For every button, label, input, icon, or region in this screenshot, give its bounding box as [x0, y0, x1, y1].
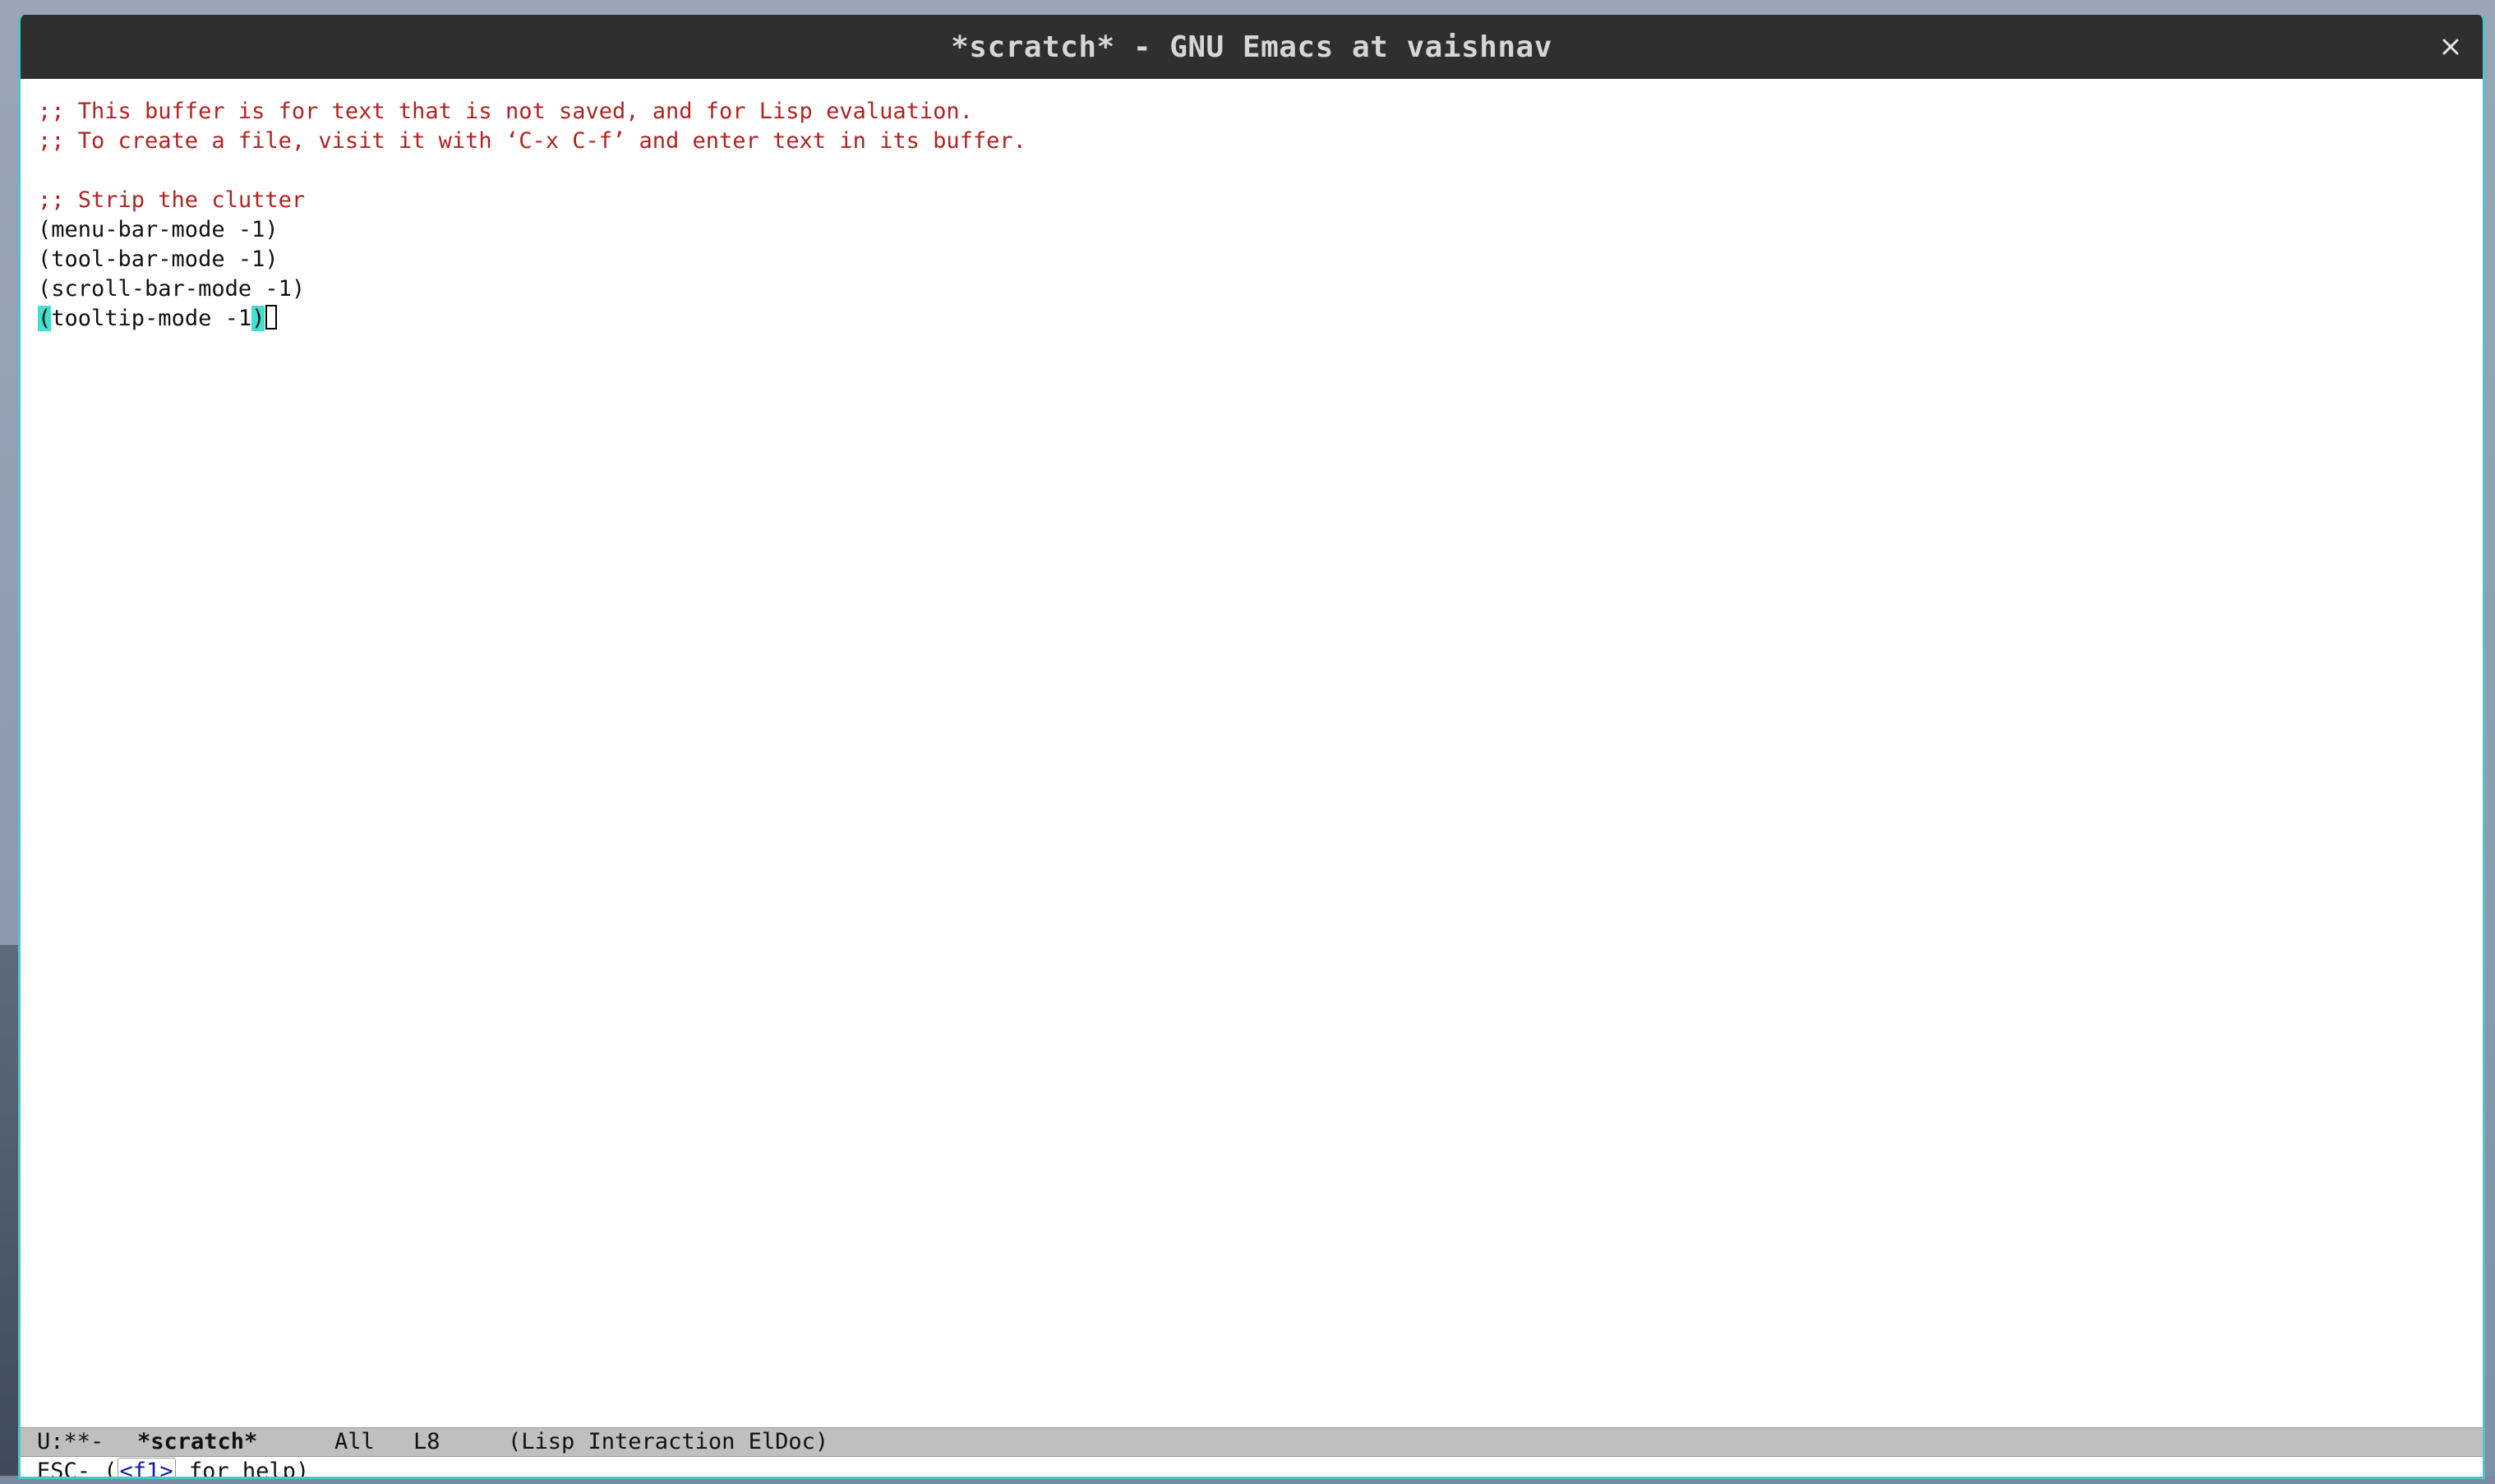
title-bar[interactable]: *scratch* - GNU Emacs at vaishnav [21, 15, 2483, 79]
minibuffer-echo-area[interactable]: ESC- (<f1> for help) [21, 1457, 2483, 1479]
modeline-line-number: L8 [413, 1429, 440, 1454]
buffer-line-1: ;; This buffer is for text that is not s… [38, 99, 973, 124]
desktop-background-rock [0, 945, 20, 1484]
modeline-position: All [334, 1429, 375, 1454]
buffer-line-6: (tool-bar-mode -1) [38, 247, 279, 272]
window-title: *scratch* - GNU Emacs at vaishnav [951, 30, 1552, 64]
modeline-buffer-status: U:**- [37, 1429, 104, 1454]
help-key-hint[interactable]: <f1> [117, 1458, 176, 1477]
buffer-line-8-current: (tooltip-mode -1) [38, 304, 2483, 334]
buffer-line-2: ;; To create a file, visit it with ‘C-x … [38, 128, 1026, 154]
minibuffer-suffix: for help) [175, 1459, 310, 1479]
modeline-buffer-name[interactable]: *scratch* [137, 1428, 334, 1456]
minibuffer-prefix: ESC- ( [37, 1459, 118, 1479]
buffer-line-5: (menu-bar-mode -1) [38, 217, 279, 242]
modeline-major-modes[interactable]: (Lisp Interaction ElDoc) [508, 1428, 828, 1456]
emacs-window: *scratch* - GNU Emacs at vaishnav ;; Thi… [18, 15, 2485, 1479]
mode-line[interactable]: U:**- *scratch* All L8 (Lisp Interaction ElD… [21, 1427, 2483, 1457]
current-line-body: tooltip-mode -1 [51, 306, 252, 331]
buffer-line-7: (scroll-bar-mode -1) [38, 276, 306, 302]
text-cursor [265, 305, 278, 330]
buffer-line-3 [38, 156, 2483, 186]
close-button[interactable] [2430, 26, 2471, 67]
matching-open-paren: ( [38, 306, 52, 331]
matching-close-paren: ) [251, 306, 265, 331]
close-icon [2442, 39, 2459, 55]
scratch-buffer-text-area[interactable]: ;; This buffer is for text that is not s… [21, 79, 2483, 1427]
buffer-line-4: ;; Strip the clutter [38, 187, 306, 213]
